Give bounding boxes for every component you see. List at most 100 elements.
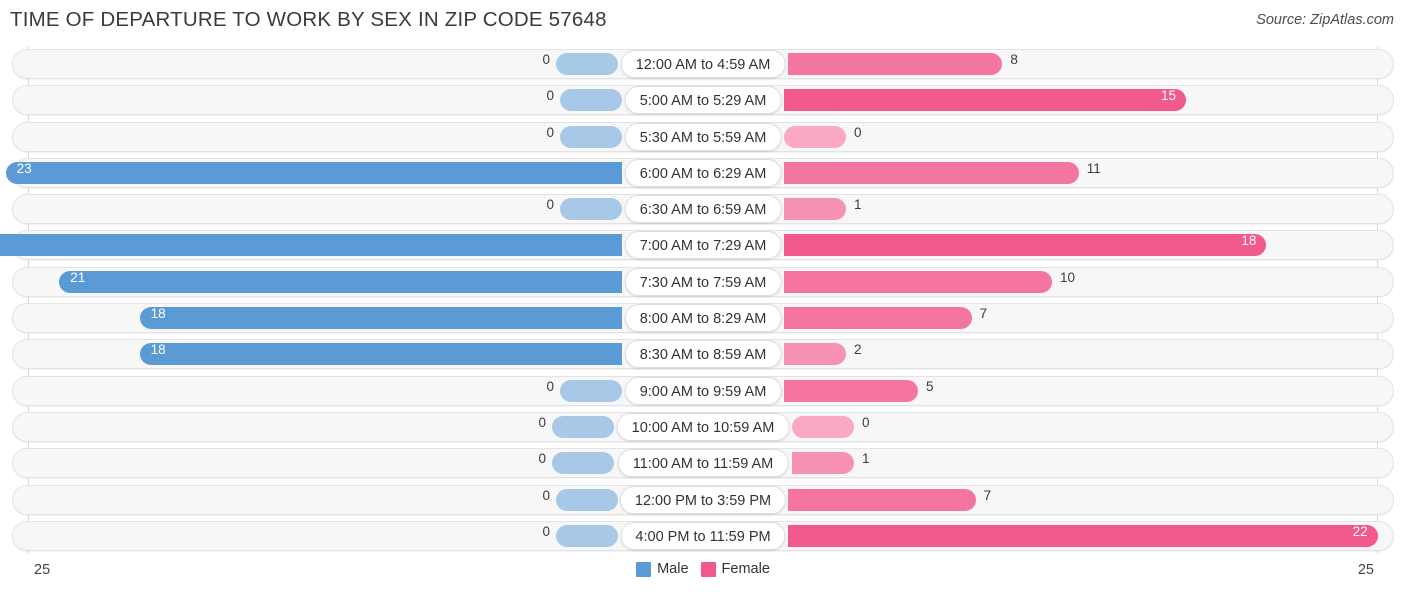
- bar-female: [784, 198, 846, 221]
- bar-value-female: 8: [1010, 52, 1018, 67]
- bar-male: [59, 270, 622, 293]
- bar-row: 0 15 5:00 AM to 5:29 AM: [0, 82, 1406, 118]
- bar-value-female: 18: [1241, 233, 1257, 249]
- bar-male: [139, 343, 622, 366]
- bar-value-male: 0: [546, 88, 554, 104]
- row-bars: 0 1 11:00 AM to 11:59 AM: [12, 448, 1394, 478]
- category-label-pill: 6:30 AM to 6:59 AM: [624, 195, 782, 224]
- bar-row: 23 11 6:00 AM to 6:29 AM: [0, 155, 1406, 191]
- category-label-pill: 5:30 AM to 5:59 AM: [624, 122, 782, 151]
- category-label-pill: 8:00 AM to 8:29 AM: [624, 304, 782, 333]
- category-label-pill: 8:30 AM to 8:59 AM: [624, 340, 782, 369]
- bar-row: 0 5 9:00 AM to 9:59 AM: [0, 373, 1406, 409]
- bar-male: [0, 234, 622, 257]
- legend-swatch-icon: [700, 561, 716, 577]
- category-label-pill: 9:00 AM to 9:59 AM: [624, 376, 782, 405]
- bar-female: [788, 488, 976, 511]
- row-bars: 21 10 7:30 AM to 7:59 AM: [12, 267, 1394, 297]
- bar-row: 0 0 5:30 AM to 5:59 AM: [0, 119, 1406, 155]
- category-label-pill: 7:00 AM to 7:29 AM: [624, 231, 782, 260]
- bar-value-female: 2: [854, 342, 862, 358]
- bar-female: [784, 307, 972, 330]
- category-label-pill: 7:30 AM to 7:59 AM: [624, 267, 782, 296]
- bar-male: [560, 379, 622, 402]
- bar-male: [5, 161, 622, 184]
- row-bars: 0 0 10:00 AM to 10:59 AM: [12, 412, 1394, 442]
- bar-value-female: 7: [979, 306, 988, 322]
- bar-row: 18 2 8:30 AM to 8:59 AM: [0, 336, 1406, 372]
- bar-value-male: 23: [16, 160, 32, 176]
- bar-female: [788, 53, 1003, 75]
- chart-header: TIME OF DEPARTURE TO WORK BY SEX IN ZIP …: [0, 0, 1406, 44]
- plot-area: 0 8 12:00 AM to 4:59 AM 0 15 5:00 AM to 5:29 …: [0, 46, 1406, 554]
- bar-row: 0 1 11:00 AM to 11:59 AM: [0, 445, 1406, 481]
- legend-label: Male: [657, 561, 689, 577]
- bar-male: [560, 89, 622, 112]
- bar-value-male: 18: [150, 342, 166, 358]
- bar-value-female: 7: [983, 487, 992, 503]
- bar-row: 0 7 12:00 PM to 3:59 PM: [0, 482, 1406, 518]
- bar-value-male: 0: [546, 378, 554, 394]
- bar-value-male: 0: [542, 523, 550, 539]
- bar-female: [784, 270, 1052, 293]
- category-label-pill: 5:00 AM to 5:29 AM: [624, 86, 782, 115]
- bar-value-female: 15: [1160, 88, 1176, 104]
- row-bars: 25187:00 AM to 7:29 AM: [0, 230, 1394, 260]
- bar-row: 0 0 10:00 AM to 10:59 AM: [0, 409, 1406, 445]
- bar-female: [784, 234, 1267, 257]
- row-bars: 0 8 12:00 AM to 4:59 AM: [12, 49, 1394, 79]
- bar-male: [552, 452, 614, 475]
- bar-row: 21 10 7:30 AM to 7:59 AM: [0, 264, 1406, 300]
- legend-label: Female: [721, 561, 770, 577]
- bar-female: [784, 89, 1186, 112]
- legend-swatch-icon: [636, 561, 652, 577]
- bar-value-male: 18: [150, 306, 166, 322]
- source-attribution: Source: ZipAtlas.com: [1256, 12, 1394, 28]
- row-bars: 18 7 8:00 AM to 8:29 AM: [12, 303, 1394, 333]
- chart-legend: Male Female: [0, 561, 1406, 577]
- category-label-pill: 12:00 PM to 3:59 PM: [619, 485, 787, 514]
- bar-value-male: 21: [70, 269, 86, 285]
- bar-value-female: 1: [854, 197, 862, 213]
- bar-male: [552, 415, 614, 438]
- bar-female: [784, 343, 846, 366]
- legend-item-female[interactable]: Female: [700, 561, 770, 577]
- bar-value-female: 0: [854, 124, 862, 140]
- bar-value-male: 0: [546, 124, 554, 140]
- bar-female: [792, 415, 854, 438]
- bar-value-female: 11: [1086, 160, 1101, 176]
- bar-row: 0 1 6:30 AM to 6:59 AM: [0, 191, 1406, 227]
- category-label-pill: 4:00 PM to 11:59 PM: [620, 521, 786, 550]
- bar-female: [792, 452, 854, 475]
- bar-male: [556, 488, 618, 511]
- bar-value-female: 10: [1060, 269, 1076, 285]
- bar-value-female: 1: [862, 451, 870, 467]
- category-label-pill: 10:00 AM to 10:59 AM: [616, 412, 790, 441]
- category-label-pill: 6:00 AM to 6:29 AM: [624, 158, 782, 187]
- bar-row: 0 22 4:00 PM to 11:59 PM: [0, 518, 1406, 554]
- bar-row: 0 8 12:00 AM to 4:59 AM: [0, 46, 1406, 82]
- row-bars: 23 11 6:00 AM to 6:29 AM: [5, 158, 1394, 188]
- row-bars: 18 2 8:30 AM to 8:59 AM: [12, 339, 1394, 369]
- bar-male: [556, 524, 618, 547]
- bar-female: [784, 125, 846, 148]
- bar-male: [556, 53, 618, 75]
- bar-male: [560, 198, 622, 221]
- row-bars: 0 0 5:30 AM to 5:59 AM: [12, 122, 1394, 152]
- bar-value-male: 0: [542, 487, 550, 503]
- row-bars: 0 22 4:00 PM to 11:59 PM: [12, 521, 1394, 551]
- page-title: TIME OF DEPARTURE TO WORK BY SEX IN ZIP …: [10, 8, 607, 31]
- bar-female: [784, 379, 918, 402]
- bar-value-female: 22: [1352, 523, 1368, 539]
- bar-value-male: 0: [538, 451, 546, 467]
- bar-female: [784, 161, 1079, 184]
- bar-male: [139, 307, 622, 330]
- row-bars: 0 15 5:00 AM to 5:29 AM: [12, 85, 1394, 115]
- bar-male: [560, 125, 622, 148]
- row-bars: 0 7 12:00 PM to 3:59 PM: [12, 485, 1394, 515]
- bar-rows: 0 8 12:00 AM to 4:59 AM 0 15 5:00 AM to 5:29 …: [0, 46, 1406, 554]
- legend-item-male[interactable]: Male: [636, 561, 689, 577]
- bar-value-female: 5: [926, 378, 934, 394]
- bar-value-male: 0: [546, 197, 554, 213]
- row-bars: 0 5 9:00 AM to 9:59 AM: [12, 376, 1394, 406]
